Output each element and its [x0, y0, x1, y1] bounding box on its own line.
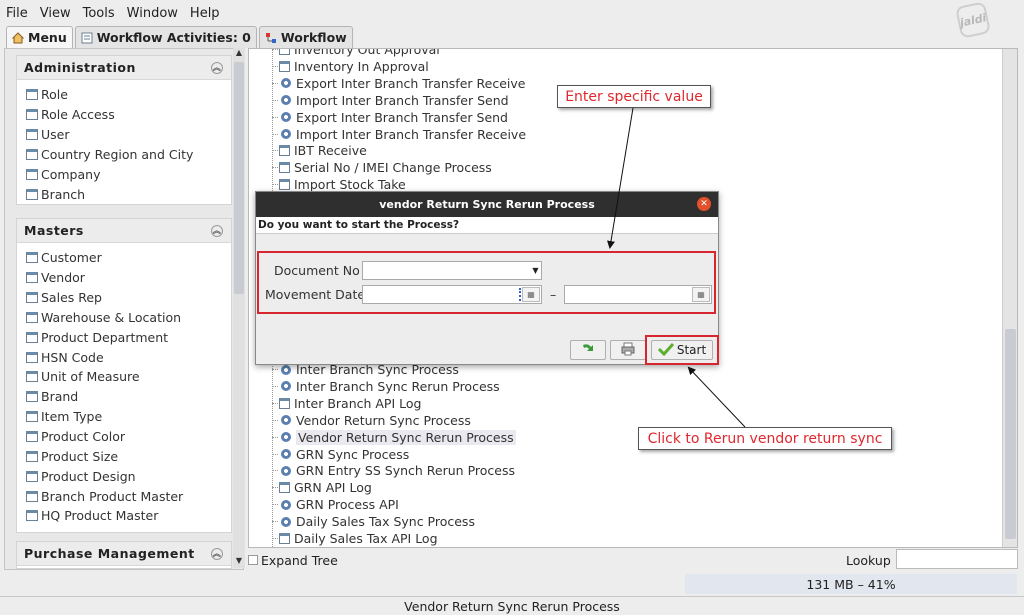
arrow-to-parameters	[607, 107, 634, 249]
annotation-arrows	[607, 107, 746, 428]
arrow-to-start	[687, 366, 746, 428]
